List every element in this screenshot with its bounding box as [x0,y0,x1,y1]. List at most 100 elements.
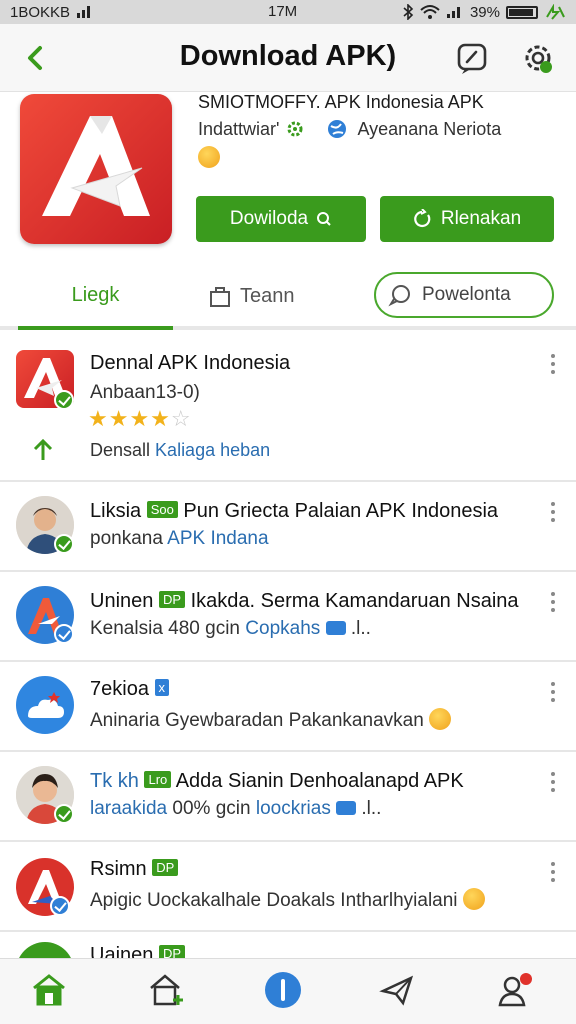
status-left-text: 1BOKKB [10,3,71,21]
download-label: Dowiloda [229,208,309,229]
action-link[interactable]: Kaliaga heban [155,440,270,460]
item-title: Rsimn DP [90,858,179,881]
rating-stars: ★★★★☆ [88,406,192,431]
developer-name[interactable]: Indattwiar' [198,119,279,140]
item-sub-d: .l.. [361,798,382,819]
item-tag: x [154,679,169,696]
info-circle-icon [265,972,301,1008]
item-sub-a: Kenalsia 480 gcin [90,618,240,639]
item-title-a: Uninen [90,590,154,612]
item-title-b: Ikakda. Serma Kamandaruan Nsaina [190,590,519,612]
item-title-a: Liksia [90,500,142,522]
send-icon [379,975,414,1006]
list-item[interactable]: Liksia Soo Pun Griecta Palaian APK Indon… [0,484,576,572]
chat-bubble-icon [388,285,410,307]
verified-check-icon [50,896,70,916]
action-label: Densall [90,440,151,460]
item-subtitle: Aninaria Gyewbaradan Pakankanavkan [90,708,452,732]
emoji-face-icon [462,888,485,910]
tab-team[interactable]: Teann [208,284,295,308]
item-tag: Lro [144,771,172,788]
app-category[interactable]: Ayeanana Neriota [357,119,501,140]
item-title: Dennal APK Indonesia [90,352,291,374]
more-menu-icon[interactable] [550,862,556,882]
item-title-a: Tk kh [90,770,139,792]
nav-home[interactable] [26,967,72,1013]
signal-icon [77,6,91,18]
item-action: Densall Kaliaga heban [90,440,270,461]
emoji-face-icon [198,146,220,168]
status-bar: 1BOKKB 17M 39% [0,0,576,24]
more-menu-icon[interactable] [550,592,556,612]
cloud-app-icon [16,676,74,734]
item-title-b: Pun Griecta Palaian APK Indonesia [183,500,499,522]
home-add-icon [150,974,183,1006]
item-tag: DP [152,859,179,876]
globe-icon [328,120,347,138]
item-sub: Apigic Uockakalhale Doakals Intharlhyial… [90,890,458,911]
cell-signal-icon [446,7,460,18]
item-sub-a[interactable]: laraakida [90,798,167,819]
books-icon [336,801,357,815]
home-icon [33,974,65,1006]
item-sub-link[interactable]: APK Indana [167,528,268,549]
tab-powelonta[interactable]: Powelonta [374,272,554,318]
item-tag: Soo [146,501,178,518]
list-item[interactable]: Rsimn DP Apigic Uockakalhale Doakals Int… [0,844,576,932]
item-sub-c: .l.. [350,618,371,639]
bag-icon [210,287,230,307]
emoji-face-icon [429,708,452,730]
rename-label: Rlenakan [440,208,522,229]
app-logo-a-icon [42,116,150,216]
charging-icon [546,4,565,20]
app-meta: Indattwiar' Ayeanana Neriota [198,118,501,140]
app-bar: Download APK) [0,24,576,92]
nav-profile[interactable] [492,967,538,1013]
bottom-nav [0,958,576,1024]
wifi-icon [420,5,440,19]
item-subtitle: Apigic Uockakalhale Doakals Intharlhyial… [90,888,485,912]
item-subtitle: ponkana APK Indana [90,528,269,550]
list-item[interactable]: Uninen DP Ikakda. Serma Kamandaruan Nsai… [0,574,576,662]
item-title-a: Rsimn [90,858,147,880]
item-sub-link[interactable]: Copkahs [245,618,320,639]
download-button[interactable]: Dowiloda [196,196,366,242]
tab-liegk[interactable]: Liegk [18,274,173,330]
verified-check-icon [54,390,74,410]
app-logo [20,94,172,244]
edit-icon[interactable] [454,40,490,76]
refresh-icon [414,209,431,228]
item-title: Tk kh Lro Adda Sianin Denhoalanapd APK [90,770,464,793]
verified-check-icon [54,534,74,554]
item-title: Uninen DP Ikakda. Serma Kamandaruan Nsai… [90,590,519,613]
item-tag: DP [158,591,186,608]
verified-check-icon [54,624,74,644]
item-sub: Aninaria Gyewbaradan Pakankanavkan [90,710,424,731]
list-item[interactable]: 7ekioa x Aninaria Gyewbaradan Pakankanav… [0,664,576,752]
more-menu-icon[interactable] [550,354,556,374]
item-title-b: Adda Sianin Denhoalanapd APK [175,770,464,792]
nav-center[interactable] [260,967,306,1013]
settings-gear-icon[interactable] [520,40,556,76]
battery-icon [506,5,538,19]
rename-button[interactable]: Rlenakan [380,196,554,242]
user-icon [498,973,532,1007]
app-name: SMIOTMOFFY. APK Indonesia APK [198,92,484,112]
item-sub-link[interactable]: loockrias [256,798,331,819]
more-menu-icon[interactable] [550,502,556,522]
item-subtitle: Kenalsia 480 gcin Copkahs .l.. [90,618,371,640]
more-menu-icon[interactable] [550,682,556,702]
tab-bar: Liegk Teann Powelonta [0,262,576,330]
nav-share[interactable] [374,967,420,1013]
verified-check-icon [54,804,74,824]
search-icon [317,212,331,226]
list-item[interactable]: Dennal APK Indonesia Anbaan13-0) ★★★★☆ D… [0,334,576,482]
more-menu-icon[interactable] [550,772,556,792]
gear-icon [287,121,303,137]
nav-store[interactable] [144,967,190,1013]
list-item[interactable]: Tk kh Lro Adda Sianin Denhoalanapd APK l… [0,754,576,842]
item-subtitle: laraakida 00% gcin loockrias .l.. [90,798,381,820]
tab-powelonta-label: Powelonta [422,284,511,305]
item-title-a: 7ekioa [90,678,149,700]
item-title: 7ekioa x [90,678,169,701]
